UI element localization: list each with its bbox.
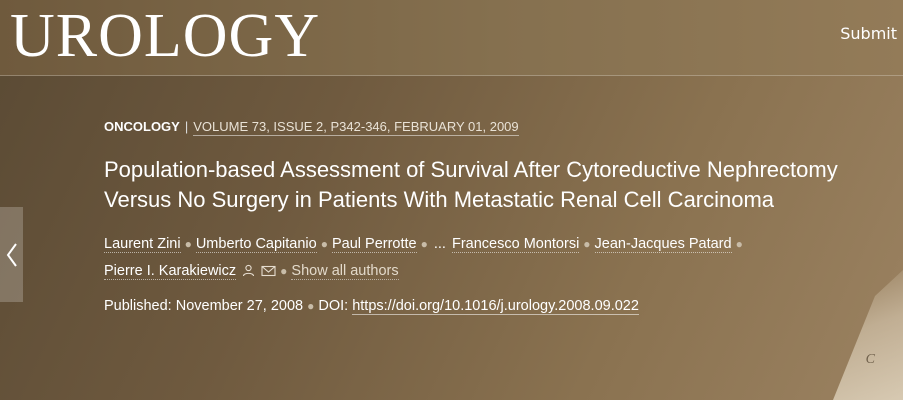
author-separator: ● — [320, 237, 328, 251]
author-link[interactable]: Laurent Zini — [104, 236, 181, 253]
doi-label: DOI: — [318, 298, 349, 314]
person-icon — [243, 264, 255, 277]
issue-link[interactable]: VOLUME 73, ISSUE 2, P342-346, FEBRUARY 0… — [193, 119, 519, 136]
cover-decoration-letter: C — [865, 352, 875, 367]
author-link[interactable]: Umberto Capitanio — [195, 236, 317, 253]
info-separator: ● — [307, 299, 315, 313]
author-list: Laurent Zini ● Umberto Capitanio ● Paul Perr… — [104, 231, 884, 285]
journal-logo[interactable]: UROLOGY — [10, 2, 320, 70]
article-header: ONCOLOGY | VOLUME 73, ISSUE 2, P342-346, F… — [104, 118, 884, 315]
author-separator: ● — [420, 237, 428, 251]
author-separator: ● — [184, 237, 192, 251]
published-date: Published: November 27, 2008 — [104, 298, 304, 314]
chevron-left-icon — [6, 242, 17, 267]
publication-info: Published: November 27, 2008 ● DOI: https:… — [104, 298, 884, 315]
article-meta: ONCOLOGY | VOLUME 73, ISSUE 2, P342-346, F… — [104, 118, 884, 136]
author-separator: ● — [583, 237, 591, 251]
envelope-icon[interactable] — [261, 265, 276, 277]
show-all-authors-link[interactable]: Show all authors — [291, 263, 399, 280]
author-link[interactable]: Jean-Jacques Patard — [594, 236, 732, 253]
article-title: Population-based Assessment of Survival … — [104, 157, 838, 212]
author-separator: ● — [735, 237, 743, 251]
submit-link[interactable]: Submit — [840, 24, 897, 43]
meta-separator: | — [184, 119, 189, 134]
author-separator: ● — [280, 264, 288, 278]
corresponding-author-link[interactable]: Pierre I. Karakiewicz — [104, 263, 237, 280]
author-link[interactable]: Paul Perrotte — [331, 236, 417, 253]
site-header: UROLOGY Submit — [0, 0, 903, 76]
article-category: ONCOLOGY — [104, 119, 180, 134]
author-ellipsis: ... — [433, 236, 446, 252]
doi-link[interactable]: https://doi.org/10.1016/j.urology.2008.0… — [352, 298, 639, 315]
author-link[interactable]: Francesco Montorsi — [451, 236, 580, 253]
previous-article-button[interactable] — [0, 207, 23, 302]
